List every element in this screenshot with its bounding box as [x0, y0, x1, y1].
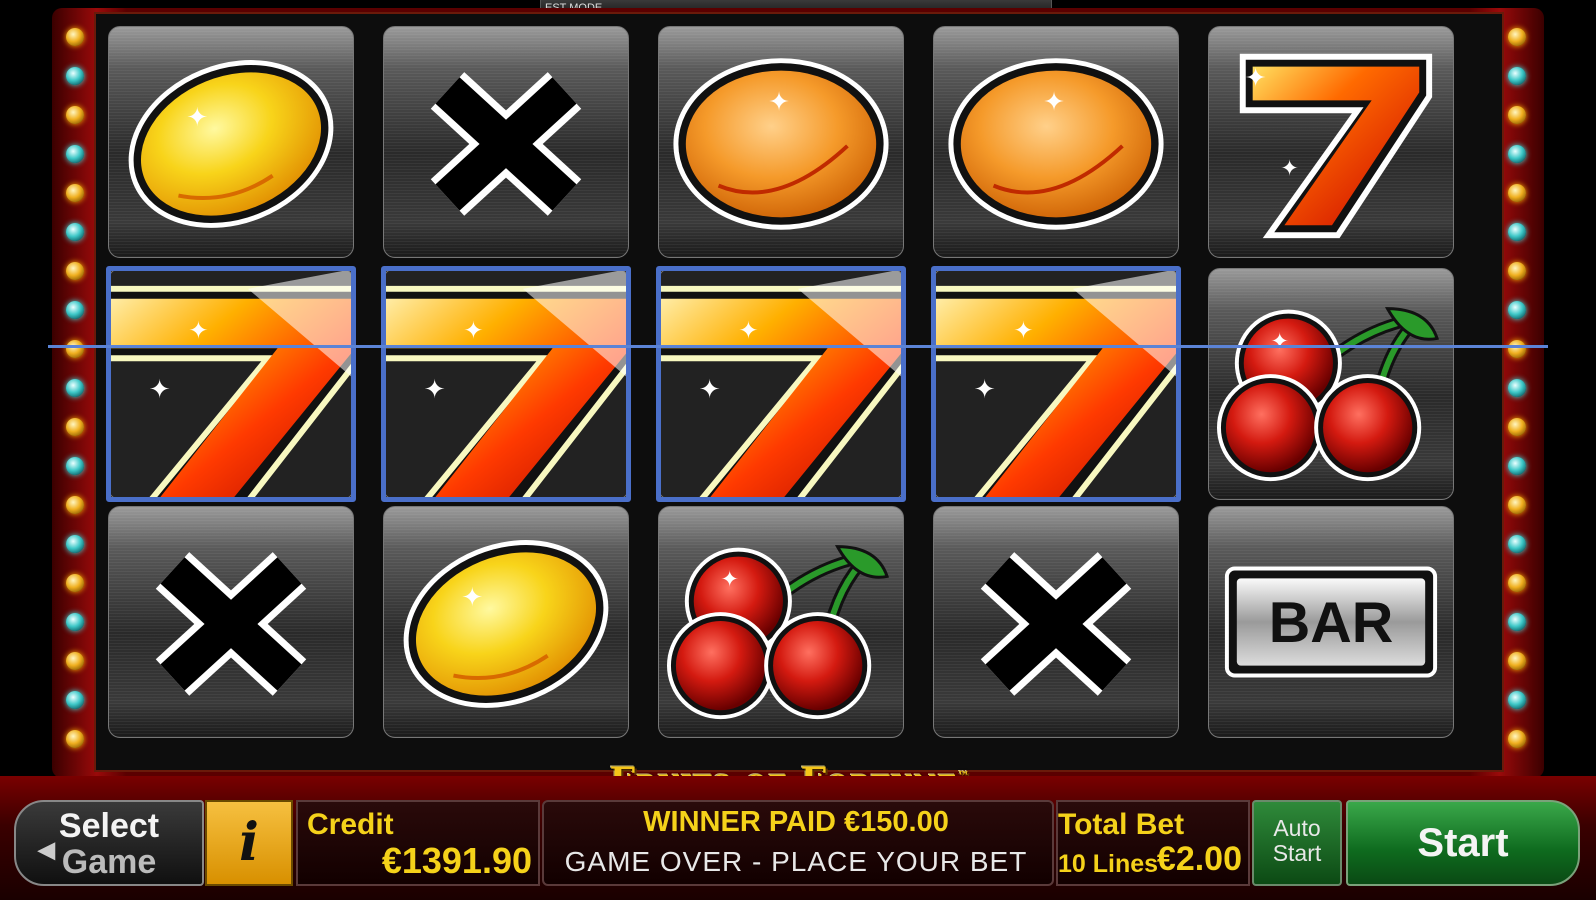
- lemon-symbol: ✦: [383, 506, 629, 738]
- cyan-bulb: [1508, 535, 1526, 553]
- info-button[interactable]: i: [205, 800, 293, 886]
- gold-bulb: [1508, 340, 1526, 358]
- cyan-bulb: [66, 301, 84, 319]
- cyan-bulb: [1508, 457, 1526, 475]
- auto-start-label-1: Auto: [1273, 815, 1321, 841]
- cyan-bulb: [66, 379, 84, 397]
- svg-text:✦: ✦: [768, 88, 790, 116]
- cyan-bulb: [1508, 223, 1526, 241]
- svg-text:✦: ✦: [1043, 88, 1065, 116]
- gold-bulb: [1508, 730, 1526, 748]
- gold-bulb: [66, 418, 84, 436]
- start-label: Start: [1417, 821, 1509, 865]
- gold-bulb: [66, 28, 84, 46]
- total-bet-label: Total Bet: [1058, 808, 1185, 841]
- gold-bulb: [66, 262, 84, 280]
- total-bet-value: €2.00: [1156, 840, 1242, 878]
- gold-bulb: [66, 340, 84, 358]
- gold-bulb: [1508, 418, 1526, 436]
- gold-bulb: [66, 652, 84, 670]
- winning-symbol-highlight: [381, 266, 631, 502]
- cyan-bulb: [66, 145, 84, 163]
- winner-message: WINNER PAID €150.00: [643, 806, 949, 838]
- cyan-bulb: [66, 613, 84, 631]
- gold-bulb: [66, 730, 84, 748]
- info-icon: i: [239, 812, 259, 873]
- cherry-symbol: ✦: [1208, 268, 1454, 500]
- svg-text:✦: ✦: [1271, 328, 1289, 353]
- gold-bulb: [1508, 28, 1526, 46]
- orange-symbol: ✦: [658, 26, 904, 258]
- gold-bulb: [1508, 184, 1526, 202]
- credit-label: Credit: [307, 808, 394, 841]
- start-button[interactable]: Start: [1346, 800, 1580, 886]
- back-arrow-icon: ◀: [38, 837, 55, 862]
- bar-symbol: BAR: [1208, 506, 1454, 738]
- orange-symbol: ✦: [933, 26, 1179, 258]
- cyan-bulb: [1508, 691, 1526, 709]
- cyan-bulb: [1508, 301, 1526, 319]
- gold-bulb: [1508, 652, 1526, 670]
- cyan-bulb: [1508, 67, 1526, 85]
- x-symbol: [383, 26, 629, 258]
- winning-symbol-highlight: [106, 266, 356, 502]
- x-symbol: [933, 506, 1179, 738]
- winning-symbol-highlight: [656, 266, 906, 502]
- status-message: GAME OVER - PLACE YOUR BET: [564, 846, 1028, 877]
- gold-bulb: [1508, 574, 1526, 592]
- credit-value: €1391.90: [381, 840, 532, 881]
- cyan-bulb: [1508, 145, 1526, 163]
- gold-bulb: [66, 574, 84, 592]
- cyan-bulb: [66, 67, 84, 85]
- cyan-bulb: [66, 691, 84, 709]
- gold-bulb: [1508, 262, 1526, 280]
- gold-bulb: [66, 496, 84, 514]
- win-payline: [48, 345, 1548, 348]
- gold-bulb: [1508, 106, 1526, 124]
- gold-bulb: [66, 106, 84, 124]
- cherry-symbol: ✦: [658, 506, 904, 738]
- cyan-bulb: [1508, 379, 1526, 397]
- auto-start-label-2: Start: [1272, 840, 1322, 866]
- svg-text:✦: ✦: [186, 104, 208, 132]
- winning-symbol-highlight: [931, 266, 1181, 502]
- svg-text:✦: ✦: [721, 566, 739, 591]
- gold-bulb: [66, 184, 84, 202]
- svg-text:✦: ✦: [1280, 156, 1298, 181]
- cyan-bulb: [66, 535, 84, 553]
- select-game-button[interactable]: ◀ Select Game: [14, 800, 204, 886]
- lemon-symbol: ✦: [108, 26, 354, 258]
- cyan-bulb: [66, 223, 84, 241]
- x-symbol: [108, 506, 354, 738]
- auto-start-button[interactable]: Auto Start: [1252, 800, 1342, 886]
- cyan-bulb: [66, 457, 84, 475]
- gold-bulb: [1508, 496, 1526, 514]
- svg-text:✦: ✦: [461, 584, 483, 612]
- cyan-bulb: [1508, 613, 1526, 631]
- bar-symbol-text: BAR: [1269, 591, 1394, 655]
- seven-symbol: ✦ ✦: [1208, 26, 1454, 258]
- svg-text:✦: ✦: [1245, 64, 1267, 92]
